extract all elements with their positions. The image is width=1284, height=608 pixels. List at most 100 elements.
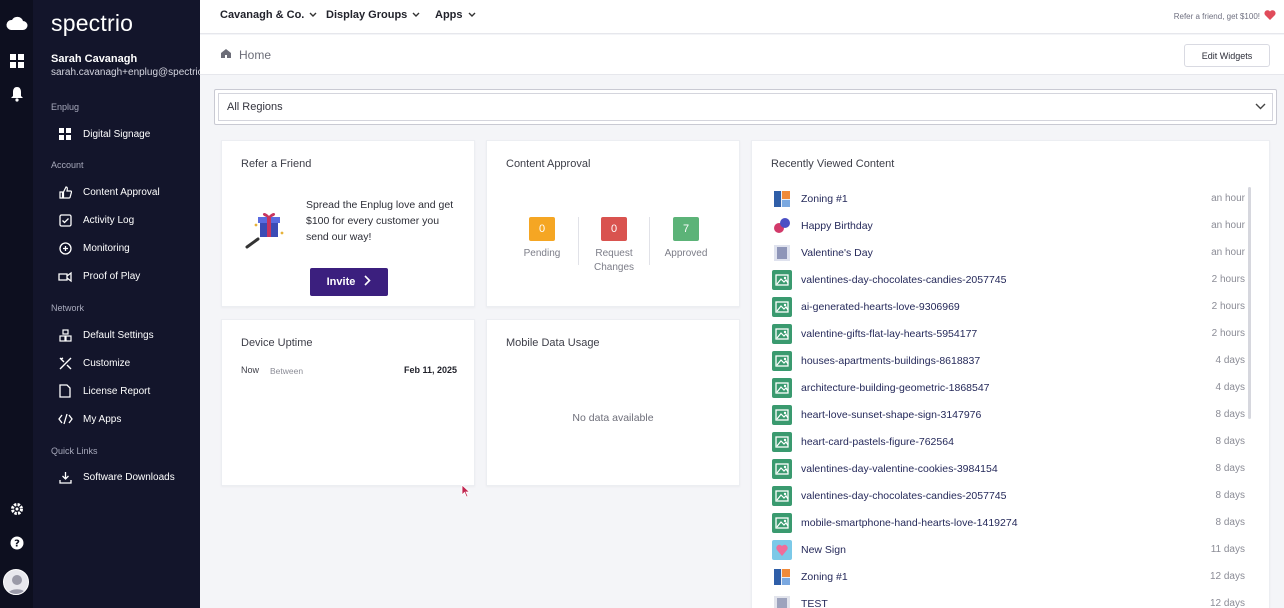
list-item[interactable]: heart-card-pastels-figure-762564 8 days	[772, 428, 1245, 455]
approval-stat-approved[interactable]: 7 Approved	[651, 217, 721, 261]
list-item[interactable]: Happy Birthday an hour	[772, 212, 1245, 239]
tools-icon	[57, 355, 73, 371]
menu-organization-label: Cavanagh & Co.	[220, 9, 305, 21]
content-approval-card: Content Approval 0 Pending 0 Request Cha…	[486, 140, 740, 307]
list-item[interactable]: valentines-day-valentine-cookies-3984154…	[772, 455, 1245, 482]
scrollbar[interactable]	[1248, 187, 1251, 419]
approval-stat-request-changes[interactable]: 0 Request Changes	[579, 217, 649, 275]
sidebar-item-label: Customize	[83, 357, 131, 369]
help-icon[interactable]: ?	[6, 532, 28, 554]
gear-icon[interactable]	[6, 498, 28, 520]
content-name: valentines-day-chocolates-candies-205774…	[801, 273, 1007, 286]
content-name: houses-apartments-buildings-8618837	[801, 354, 981, 367]
mouse-cursor-icon	[461, 484, 471, 501]
proof-icon	[57, 268, 73, 284]
viewed-time: 11 days	[1210, 544, 1245, 555]
image-icon	[772, 377, 792, 398]
sidebar-item-label: Monitoring	[83, 242, 130, 254]
sidebar-item-default-settings[interactable]: Default Settings	[57, 324, 197, 346]
viewed-time: 8 days	[1215, 463, 1245, 474]
viewed-time: 12 days	[1209, 598, 1245, 608]
sidebar-item-license-report[interactable]: License Report	[57, 380, 197, 402]
list-item[interactable]: valentines-day-chocolates-candies-205774…	[772, 266, 1245, 293]
list-item[interactable]: New Sign 11 days	[772, 536, 1245, 563]
approval-stat-pending[interactable]: 0 Pending	[507, 217, 577, 261]
image-icon	[772, 485, 792, 506]
avatar[interactable]	[3, 569, 29, 595]
list-item[interactable]: houses-apartments-buildings-8618837 4 day…	[772, 347, 1245, 374]
divider	[649, 217, 650, 265]
card-title: Refer a Friend	[241, 158, 312, 170]
content-name: mobile-smartphone-hand-hearts-love-14192…	[801, 516, 1018, 529]
status-badge: 0	[529, 217, 555, 241]
list-item[interactable]: valentine-gifts-flat-lay-hearts-5954177 2…	[772, 320, 1245, 347]
home-icon	[220, 48, 232, 62]
content-name: heart-love-sunset-shape-sign-3147976	[801, 408, 982, 421]
top-bar: Cavanagh & Co. Display Groups Apps Refer…	[200, 0, 1284, 34]
content-thumbnail	[772, 243, 792, 263]
thumbs-up-icon	[57, 184, 73, 200]
content-name: TEST	[801, 597, 828, 608]
list-item[interactable]: Zoning #1 an hour	[772, 185, 1245, 212]
sidebar-item-label: Default Settings	[83, 329, 154, 341]
sidebar-item-monitoring[interactable]: Monitoring	[57, 237, 197, 259]
list-item[interactable]: valentines-day-chocolates-candies-205774…	[772, 482, 1245, 509]
image-icon	[772, 458, 792, 479]
list-item[interactable]: mobile-smartphone-hand-hearts-love-14192…	[772, 509, 1245, 536]
invite-button-label: Invite	[326, 276, 356, 288]
viewed-time: 2 hours	[1211, 328, 1245, 339]
list-item[interactable]: TEST 12 days	[772, 590, 1245, 608]
stat-label: Pending	[523, 248, 561, 259]
chevron-down-icon	[1255, 101, 1266, 113]
menu-display-groups[interactable]: Display Groups	[326, 9, 420, 21]
list-item[interactable]: architecture-building-geometric-1868547 4…	[772, 374, 1245, 401]
sidebar-item-customize[interactable]: Customize	[57, 352, 197, 374]
image-icon	[772, 404, 792, 425]
chevron-down-icon	[468, 9, 476, 21]
sidebar-item-my-apps[interactable]: My Apps	[57, 408, 197, 430]
content-thumbnail	[772, 216, 792, 236]
list-item[interactable]: Zoning #1 12 days	[772, 563, 1245, 590]
chevron-right-icon	[364, 275, 371, 289]
viewed-time: 4 days	[1215, 355, 1245, 366]
list-item[interactable]: ai-generated-hearts-love-9306969 2 hours	[772, 293, 1245, 320]
region-select[interactable]: All Regions	[214, 89, 1277, 125]
sidebar-item-proof-of-play[interactable]: Proof of Play	[57, 265, 197, 287]
viewed-time: 8 days	[1215, 490, 1245, 501]
list-item[interactable]: heart-love-sunset-shape-sign-3147976 8 da…	[772, 401, 1245, 428]
edit-widgets-button[interactable]: Edit Widgets	[1184, 44, 1270, 67]
breadcrumb-bar: Home Edit Widgets	[200, 35, 1284, 75]
refer-link[interactable]: Refer a friend, get $100!	[1174, 10, 1276, 22]
menu-apps[interactable]: Apps	[435, 9, 476, 21]
list-item[interactable]: Valentine's Day an hour	[772, 239, 1245, 266]
card-title: Content Approval	[506, 158, 591, 170]
content-name: valentine-gifts-flat-lay-hearts-5954177	[801, 327, 978, 340]
sidebar-item-activity-log[interactable]: Activity Log	[57, 209, 197, 231]
card-title: Recently Viewed Content	[771, 158, 895, 170]
menu-apps-label: Apps	[435, 9, 463, 21]
viewed-time: an hour	[1211, 193, 1245, 204]
invite-button[interactable]: Invite	[310, 268, 388, 296]
sidebar-item-label: License Report	[83, 385, 151, 397]
sidebar-item-label: Proof of Play	[83, 270, 141, 282]
sidebar-item-content-approval[interactable]: Content Approval	[57, 181, 197, 203]
refer-friend-card: Refer a Friend Spread the Enplug love an…	[221, 140, 475, 307]
download-icon	[57, 469, 73, 485]
sidebar-item-label: Digital Signage	[83, 128, 151, 140]
sidebar-item-software-downloads[interactable]: Software Downloads	[57, 466, 197, 488]
breadcrumb[interactable]: Home	[220, 48, 271, 62]
dashboard-icon[interactable]	[6, 50, 28, 72]
menu-display-groups-label: Display Groups	[326, 9, 408, 21]
content-thumbnail	[772, 539, 792, 560]
cloud-icon[interactable]	[6, 12, 28, 34]
section-enplug: Enplug	[51, 102, 80, 112]
card-title: Device Uptime	[241, 337, 313, 349]
sidebar-item-digital-signage[interactable]: Digital Signage	[57, 123, 197, 145]
menu-organization[interactable]: Cavanagh & Co.	[220, 9, 317, 21]
viewed-time: an hour	[1211, 220, 1245, 231]
user-name[interactable]: Sarah Cavanagh	[51, 53, 137, 65]
bell-icon[interactable]	[6, 83, 28, 105]
viewed-time: 2 hours	[1211, 274, 1245, 285]
content-name: New Sign	[801, 543, 846, 556]
device-uptime-card: Device Uptime Now Between Feb 11, 2025	[221, 319, 475, 486]
